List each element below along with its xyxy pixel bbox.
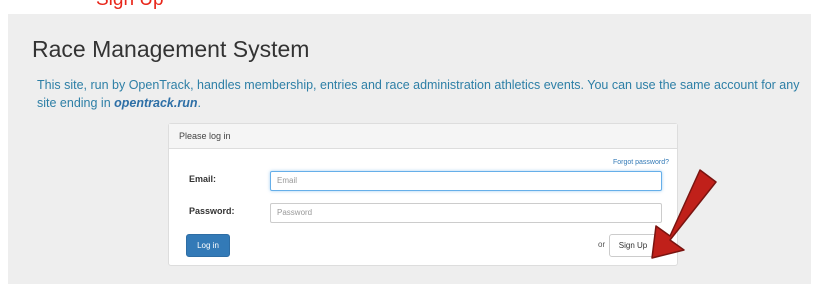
intro-part3: . — [197, 96, 201, 110]
annotation-text: Sign Up — [96, 0, 164, 10]
opentrack-link[interactable]: OpenTrack — [129, 78, 190, 92]
intro-text: This site, run by OpenTrack, handles mem… — [37, 76, 807, 112]
email-field[interactable]: Email — [270, 171, 662, 191]
or-text: or — [598, 240, 606, 249]
login-button[interactable]: Log in — [186, 234, 230, 257]
password-field[interactable]: Password — [270, 203, 662, 223]
password-label: Password: — [189, 206, 235, 216]
intro-part1: This site, run by — [37, 78, 129, 92]
annotation-label: Sign Up — [0, 0, 200, 10]
page-title: Race Management System — [32, 36, 310, 62]
login-card: Please log in Forgot password? Email: Em… — [168, 123, 678, 266]
forgot-password-link[interactable]: Forgot password? — [613, 159, 669, 166]
login-card-header: Please log in — [169, 124, 677, 149]
email-label: Email: — [189, 174, 217, 184]
signup-button[interactable]: Sign Up — [609, 234, 657, 257]
domain-text: opentrack.run — [114, 96, 198, 110]
